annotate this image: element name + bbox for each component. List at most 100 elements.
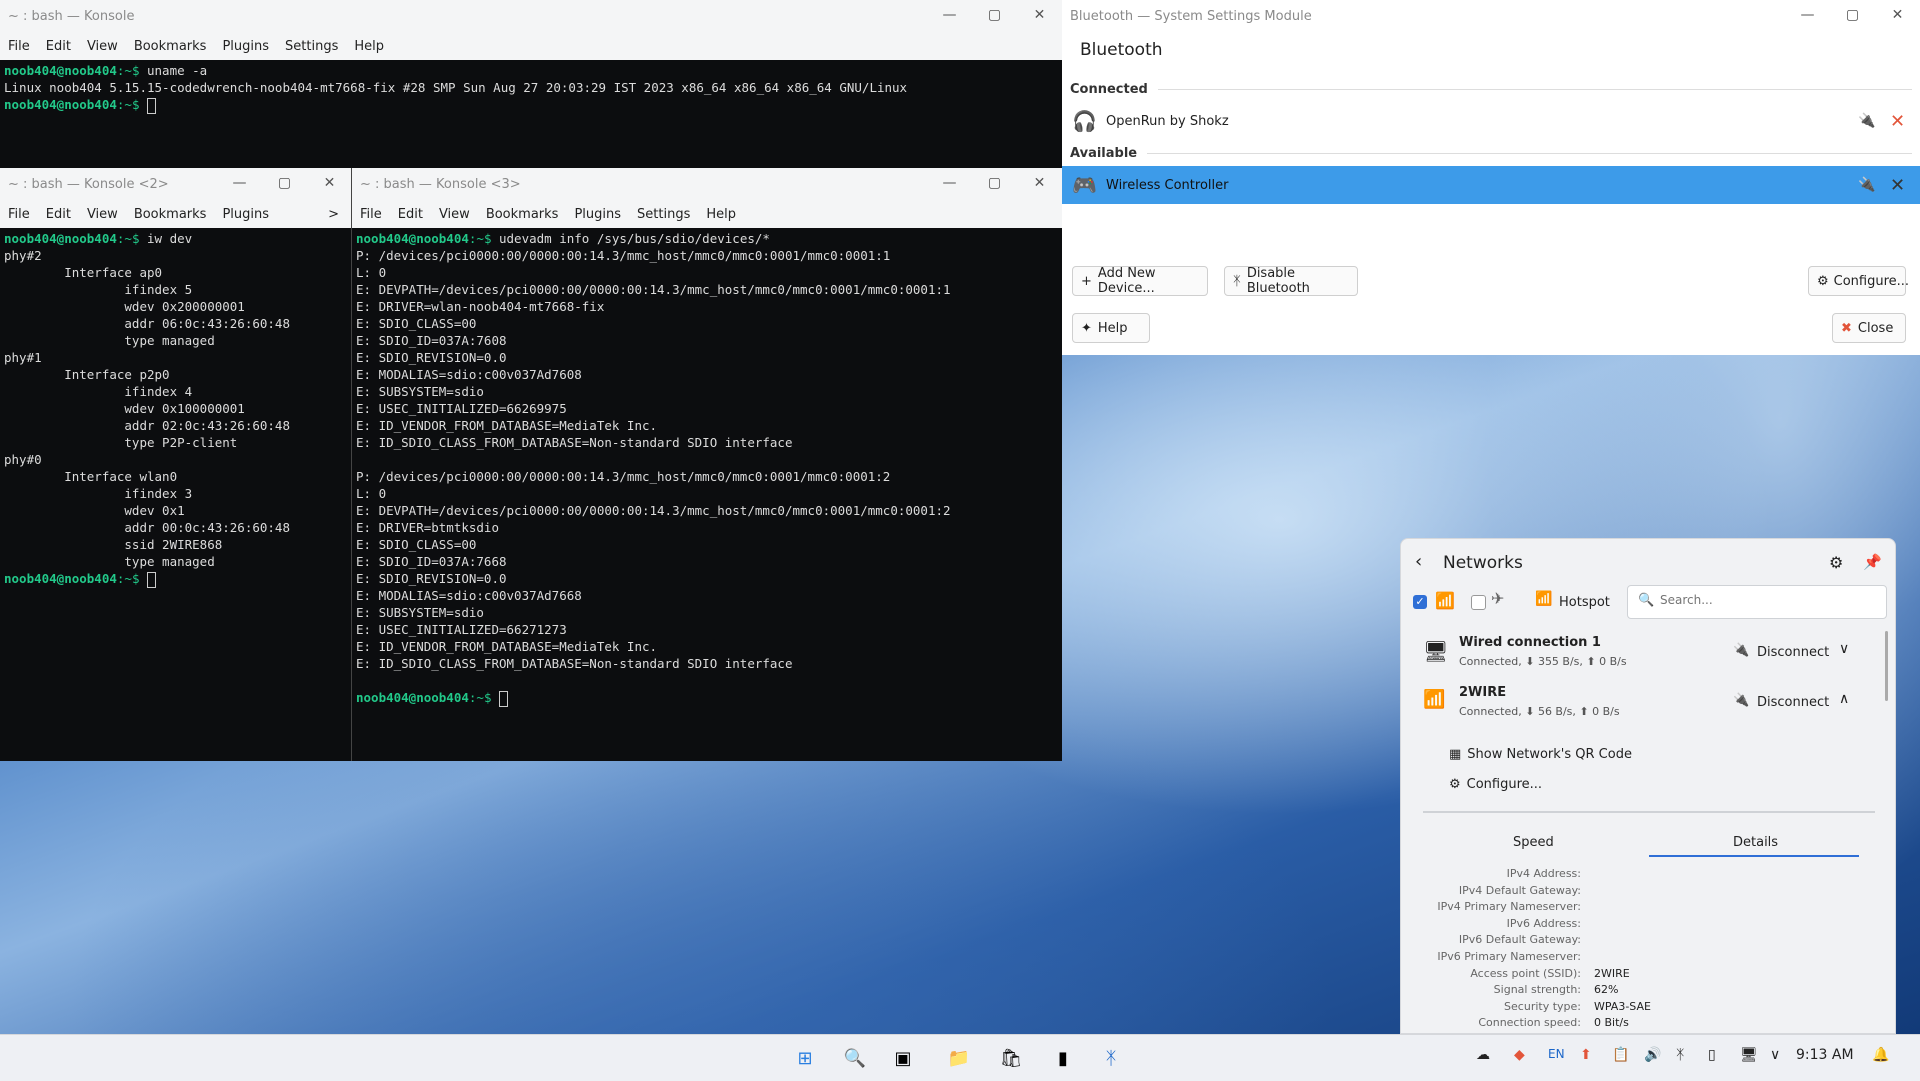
maximize-icon[interactable]: ▢: [972, 168, 1017, 198]
chevron-down-icon[interactable]: ∨: [1770, 1047, 1780, 1063]
bluetooth-settings-window[interactable]: Bluetooth — System Settings Module — ▢ ✕…: [1062, 0, 1920, 355]
remove-device-icon[interactable]: ✕: [1890, 175, 1905, 196]
menu-item[interactable]: Edit: [390, 207, 431, 222]
konsole-window-3[interactable]: ~ : bash — Konsole <3> — ▢ ✕ File Edit Vie…: [352, 168, 1062, 761]
disconnect-plug-icon[interactable]: 🔌: [1858, 113, 1875, 129]
menu-item[interactable]: File: [0, 207, 38, 222]
bluetooth-tray-icon[interactable]: ᛡ: [1676, 1047, 1684, 1063]
connect-plug-icon[interactable]: 🔌: [1858, 177, 1875, 193]
start-windows-icon[interactable]: ⊞: [790, 1043, 820, 1073]
configure-button[interactable]: ⚙ Configure...: [1808, 266, 1909, 296]
bluetooth-app-icon[interactable]: ᛡ: [1096, 1043, 1126, 1073]
terminal-line: E: ID_SDIO_CLASS_FROM_DATABASE=Non-stand…: [356, 656, 793, 671]
network-configure-button[interactable]: ⚙ Configure...: [1449, 777, 1542, 792]
menu-item[interactable]: View: [79, 39, 126, 54]
menu-item[interactable]: Bookmarks: [478, 207, 567, 222]
wifi-enable-checkbox[interactable]: ✓: [1413, 595, 1427, 609]
device-row-connected[interactable]: 🎧 OpenRun by Shokz 🔌 ✕: [1062, 102, 1920, 140]
chevron-down-icon[interactable]: ∨: [1839, 641, 1849, 657]
menu-item[interactable]: File: [0, 39, 38, 54]
terminal-output[interactable]: noob404@noob404:~$ udevadm info /sys/bus…: [352, 228, 1062, 761]
title-bar[interactable]: Bluetooth — System Settings Module — ▢ ✕: [1062, 0, 1920, 32]
anydesk-icon[interactable]: ◆: [1514, 1047, 1525, 1063]
terminal-icon[interactable]: ▮: [1048, 1043, 1078, 1073]
minimize-icon[interactable]: —: [927, 168, 972, 198]
menu-item[interactable]: View: [79, 207, 126, 222]
menu-item[interactable]: Settings: [629, 207, 698, 222]
menu-item[interactable]: Settings: [277, 39, 346, 54]
device-row-available[interactable]: 🎮 Wireless Controller 🔌 ✕: [1062, 166, 1920, 204]
add-device-button[interactable]: + Add New Device...: [1072, 266, 1208, 296]
detail-label: Connection speed:: [1478, 1016, 1581, 1030]
chevron-up-icon[interactable]: ∧: [1839, 691, 1849, 707]
terminal-output[interactable]: noob404@noob404:~$ iw dev phy#2 Interface…: [0, 228, 351, 761]
detail-label: IPv6 Address:: [1506, 916, 1581, 930]
menu-item[interactable]: Bookmarks: [126, 207, 215, 222]
menu-item[interactable]: Plugins: [214, 39, 277, 54]
maximize-icon[interactable]: ▢: [972, 0, 1017, 30]
language-indicator[interactable]: EN: [1548, 1047, 1565, 1061]
clock[interactable]: 9:13 AM: [1796, 1047, 1854, 1063]
pin-icon[interactable]: 📌: [1863, 553, 1882, 571]
settings-gear-icon[interactable]: ⚙: [1829, 553, 1843, 572]
close-button[interactable]: ✖ Close: [1832, 313, 1906, 343]
volume-icon[interactable]: 🔊: [1644, 1047, 1661, 1063]
help-button[interactable]: ✦ Help: [1072, 313, 1150, 343]
store-icon[interactable]: 🛍: [996, 1043, 1026, 1073]
menu-item[interactable]: Edit: [38, 39, 79, 54]
close-icon[interactable]: ✕: [307, 168, 352, 198]
menu-item[interactable]: Bookmarks: [126, 39, 215, 54]
battery-icon[interactable]: ▯: [1708, 1047, 1716, 1063]
file-explorer-icon[interactable]: 📁: [944, 1043, 974, 1073]
minimize-icon[interactable]: —: [217, 168, 262, 198]
menu-item[interactable]: Plugins: [566, 207, 629, 222]
cloud-icon[interactable]: ☁: [1476, 1047, 1490, 1063]
search-field[interactable]: 🔍: [1627, 585, 1887, 619]
minimize-icon[interactable]: —: [1785, 0, 1830, 30]
disconnect-button[interactable]: Disconnect: [1757, 645, 1829, 660]
hotspot-label[interactable]: Hotspot: [1559, 595, 1610, 610]
task-view-icon[interactable]: ▣: [888, 1043, 918, 1073]
disconnect-button[interactable]: Disconnect: [1757, 695, 1829, 710]
close-icon[interactable]: ✕: [1017, 0, 1062, 30]
back-chevron-icon[interactable]: ‹: [1415, 551, 1422, 572]
networks-panel[interactable]: ‹ Networks ⚙ 📌 ✓ 📶 ✈ 📶 Hotspot 🔍 🖥 Wired…: [1400, 538, 1896, 1034]
title-bar[interactable]: ~ : bash — Konsole <2> — ▢ ✕: [0, 168, 351, 200]
title-bar[interactable]: ~ : bash — Konsole <3> — ▢ ✕: [352, 168, 1062, 200]
scrollbar[interactable]: [1885, 631, 1888, 701]
disable-bluetooth-button[interactable]: ᛡ Disable Bluetooth: [1224, 266, 1358, 296]
notification-bell-icon[interactable]: 🔔: [1872, 1047, 1889, 1063]
network-tray-icon[interactable]: 🖥: [1740, 1047, 1758, 1063]
close-icon[interactable]: ✕: [1875, 0, 1920, 30]
tab-speed[interactable]: Speed: [1513, 835, 1554, 850]
wired-connection-row[interactable]: 🖥 Wired connection 1 Connected, ⬇ 355 B/…: [1401, 631, 1897, 681]
menu-item[interactable]: View: [431, 207, 478, 222]
tab-details[interactable]: Details: [1733, 835, 1778, 850]
konsole-window-1[interactable]: ~ : bash — Konsole — ▢ ✕ File Edit View Boo…: [0, 0, 1062, 168]
terminal-line: E: DRIVER=btmtksdio: [356, 520, 499, 535]
menu-overflow-icon[interactable]: >: [320, 207, 351, 222]
maximize-icon[interactable]: ▢: [262, 168, 307, 198]
minimize-icon[interactable]: —: [927, 0, 972, 30]
menu-item[interactable]: Help: [698, 207, 744, 222]
menu-item[interactable]: Edit: [38, 207, 79, 222]
search-input[interactable]: [1658, 592, 1872, 608]
terminal-output[interactable]: noob404@noob404:~$ uname -a Linux noob404…: [0, 60, 1062, 168]
detail-label: Security type:: [1504, 999, 1581, 1013]
clipboard-icon[interactable]: 📋: [1612, 1047, 1629, 1063]
search-icon[interactable]: 🔍: [840, 1043, 870, 1073]
menu-item[interactable]: Plugins: [214, 207, 277, 222]
wifi-connection-row[interactable]: 📶 2WIRE Connected, ⬇ 56 B/s, ⬆ 0 B/s 🔌 D…: [1401, 681, 1897, 731]
menu-item[interactable]: Help: [346, 39, 392, 54]
airplane-mode-checkbox[interactable]: [1471, 595, 1486, 610]
remove-device-icon[interactable]: ✕: [1890, 111, 1905, 132]
maximize-icon[interactable]: ▢: [1830, 0, 1875, 30]
menu-item[interactable]: File: [352, 207, 390, 222]
konsole-window-2[interactable]: ~ : bash — Konsole <2> — ▢ ✕ File Edit Vie…: [0, 168, 352, 761]
update-icon[interactable]: ⬆: [1580, 1047, 1592, 1063]
qr-code-button[interactable]: ▦ Show Network's QR Code: [1449, 747, 1632, 762]
disconnect-icon: 🔌: [1733, 643, 1750, 658]
title-bar[interactable]: ~ : bash — Konsole — ▢ ✕: [0, 0, 1062, 32]
close-icon[interactable]: ✕: [1017, 168, 1062, 198]
